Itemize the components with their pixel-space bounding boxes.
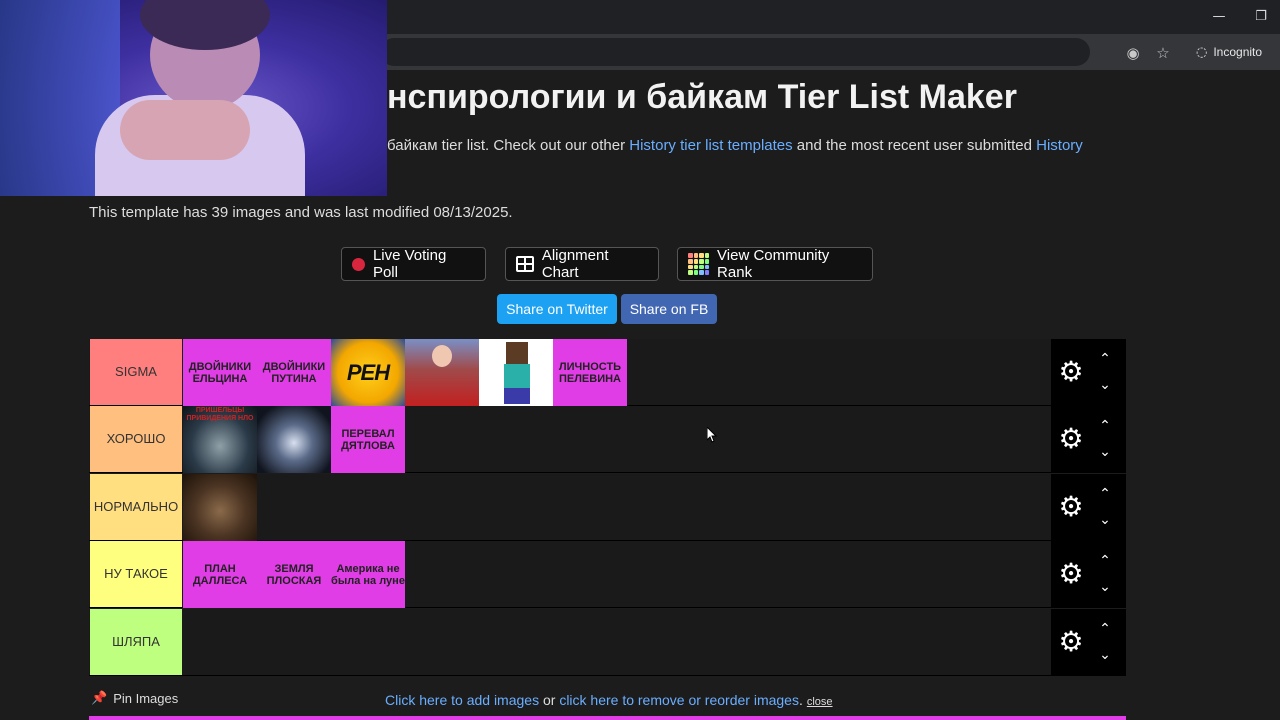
tier-item-image[interactable] xyxy=(183,474,257,541)
chevron-up-icon[interactable]: ⌃ xyxy=(1095,621,1115,637)
ren-logo-text: РЕН xyxy=(346,359,390,385)
tier-item-text[interactable]: ЗЕМЛЯ ПЛОСКАЯ xyxy=(257,541,331,608)
tier-row: SIGMA ДВОЙНИКИ ЕЛЬЦИНА ДВОЙНИКИ ПУТИНА РЕН Л… xyxy=(89,339,1126,406)
incognito-label: Incognito xyxy=(1213,45,1263,59)
live-voting-label: Live Voting Poll xyxy=(372,247,447,281)
tier-item-text[interactable]: ДВОЙНИКИ ЕЛЬЦИНА xyxy=(183,339,257,406)
tier-item-text[interactable]: ПЛАН ДАЛЛЕСА xyxy=(183,541,257,608)
chevron-down-icon[interactable]: ⌄ xyxy=(1095,647,1115,663)
tier-item-text[interactable]: ЛИЧНОСТЬ ПЕЛЕВИНА xyxy=(553,339,627,406)
tier-controls: ⚙ ⌃ ⌄ xyxy=(1051,406,1126,473)
tier-item-text[interactable]: Америка не была на луне xyxy=(331,541,405,608)
image-pool xyxy=(89,716,1126,720)
tier-item-text[interactable]: ДВОЙНИКИ ПУТИНА xyxy=(257,339,331,406)
tier-row: ХОРОШО ПРИШЕЛЬЦЫ ПРИВИДЕНИЯ НЛО ПЕРЕВАЛ ДЯ… xyxy=(89,406,1126,473)
remove-reorder-link[interactable]: click here to remove or reorder images xyxy=(559,692,799,708)
rank-grid-icon xyxy=(688,253,710,275)
chevron-down-icon[interactable]: ⌄ xyxy=(1095,377,1115,393)
tier-label[interactable]: SIGMA xyxy=(90,339,182,405)
page-title: нспирологии и байкам Tier List Maker xyxy=(387,78,1017,116)
add-images-link[interactable]: Click here to add images xyxy=(385,692,539,708)
tier-row: НУ ТАКОЕ ПЛАН ДАЛЛЕСА ЗЕМЛЯ ПЛОСКАЯ Америка… xyxy=(89,541,1126,608)
or-text: or xyxy=(539,692,560,708)
pin-icon: 📌 xyxy=(91,691,108,706)
alignment-chart-button[interactable]: Alignment Chart xyxy=(505,247,659,281)
gear-icon[interactable]: ⚙ xyxy=(1055,626,1087,658)
restore-icon[interactable]: ❐ xyxy=(1249,6,1273,28)
tier-controls: ⚙ ⌃ ⌄ xyxy=(1051,339,1126,406)
gear-icon[interactable]: ⚙ xyxy=(1055,491,1087,523)
pin-images-toggle[interactable]: 📌 Pin Images xyxy=(91,691,178,706)
tier-controls: ⚙ ⌃ ⌄ xyxy=(1051,609,1126,676)
period-text: . xyxy=(798,692,803,708)
close-link[interactable]: close xyxy=(807,696,833,708)
page-description: байкам tier list. Check out our other Hi… xyxy=(387,137,1127,154)
history-user-link[interactable]: History xyxy=(1036,137,1083,154)
tier-items xyxy=(183,474,257,541)
pin-images-label: Pin Images xyxy=(113,691,179,706)
template-info: This template has 39 images and was last… xyxy=(89,204,513,221)
incognito-indicator[interactable]: ◌ Incognito xyxy=(1196,40,1262,64)
history-templates-link[interactable]: History tier list templates xyxy=(629,137,792,154)
tier-item-image[interactable]: ПРИШЕЛЬЦЫ ПРИВИДЕНИЯ НЛО xyxy=(183,406,257,473)
chevron-up-icon[interactable]: ⌃ xyxy=(1095,553,1115,569)
tier-label[interactable]: ХОРОШО xyxy=(90,406,182,472)
incognito-icon: ◌ xyxy=(1196,44,1208,60)
share-fb-button[interactable]: Share on FB xyxy=(621,294,717,324)
tier-items: ДВОЙНИКИ ЕЛЬЦИНА ДВОЙНИКИ ПУТИНА РЕН ЛИЧНОС… xyxy=(183,339,627,406)
tier-item-image[interactable] xyxy=(479,339,553,406)
tier-label[interactable]: ШЛЯПА xyxy=(90,609,182,675)
community-rank-button[interactable]: View Community Rank xyxy=(677,247,873,281)
tier-item-image[interactable] xyxy=(405,339,479,406)
tier-controls: ⚙ ⌃ ⌄ xyxy=(1051,474,1126,541)
tier-items: ПЛАН ДАЛЛЕСА ЗЕМЛЯ ПЛОСКАЯ Америка не была… xyxy=(183,541,405,608)
desc-text: байкам tier list. Check out our other xyxy=(387,137,630,154)
live-voting-button[interactable]: Live Voting Poll xyxy=(341,247,486,281)
grid-icon xyxy=(516,256,534,272)
gear-icon[interactable]: ⚙ xyxy=(1055,423,1087,455)
desc-text-middle: and the most recent user submitted xyxy=(792,137,1037,154)
gear-icon[interactable]: ⚙ xyxy=(1055,558,1087,590)
community-rank-label: View Community Rank xyxy=(717,247,830,281)
address-bar[interactable] xyxy=(380,38,1090,66)
tier-row: ШЛЯПА ⚙ ⌃ ⌄ xyxy=(89,609,1126,676)
record-dot-icon xyxy=(352,257,365,271)
minimize-icon[interactable]: — xyxy=(1207,6,1231,28)
chevron-up-icon[interactable]: ⌃ xyxy=(1095,486,1115,502)
star-icon[interactable]: ☆ xyxy=(1153,43,1173,63)
chevron-down-icon[interactable]: ⌄ xyxy=(1095,579,1115,595)
chevron-up-icon[interactable]: ⌃ xyxy=(1095,351,1115,367)
image-caption: ПРИШЕЛЬЦЫ ПРИВИДЕНИЯ НЛО xyxy=(186,407,254,422)
share-twitter-button[interactable]: Share on Twitter xyxy=(497,294,617,324)
tier-label[interactable]: НУ ТАКОЕ xyxy=(90,541,182,607)
tier-item-image[interactable]: РЕН xyxy=(331,339,405,406)
tier-controls: ⚙ ⌃ ⌄ xyxy=(1051,541,1126,608)
tier-row: НОРМАЛЬНО ⚙ ⌃ ⌄ xyxy=(89,474,1126,541)
gear-icon[interactable]: ⚙ xyxy=(1055,356,1087,388)
chevron-down-icon[interactable]: ⌄ xyxy=(1095,444,1115,460)
tier-item-image[interactable] xyxy=(257,406,331,473)
tier-item-text[interactable]: ПЕРЕВАЛ ДЯТЛОВА xyxy=(331,406,405,473)
webcam-overlay xyxy=(0,0,387,196)
tier-items: ПРИШЕЛЬЦЫ ПРИВИДЕНИЯ НЛО ПЕРЕВАЛ ДЯТЛОВА xyxy=(183,406,405,473)
image-management-links: Click here to add images or click here t… xyxy=(385,692,833,708)
chevron-down-icon[interactable]: ⌄ xyxy=(1095,512,1115,528)
chevron-up-icon[interactable]: ⌃ xyxy=(1095,418,1115,434)
tier-label[interactable]: НОРМАЛЬНО xyxy=(90,474,182,540)
alignment-chart-label: Alignment Chart xyxy=(541,247,609,281)
eye-off-icon[interactable]: ◉ xyxy=(1123,43,1143,63)
